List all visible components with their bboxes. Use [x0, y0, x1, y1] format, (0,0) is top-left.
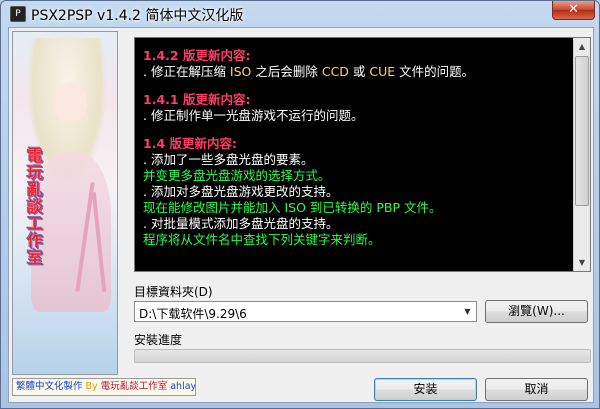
changelog-section: 1.4.1 版更新内容:. 修正制作单一光盘游戏不运行的问题。	[143, 92, 573, 124]
changelog-scrollbar[interactable]: ▲ ▼	[573, 38, 590, 271]
install-progress-bar	[134, 349, 591, 363]
target-folder-value: D:\下载软件\9.29\6	[139, 307, 247, 321]
changelog-line: 现在能修改图片并能加入 ISO 到已转换的 PBP 文件。	[143, 200, 442, 215]
target-folder-input[interactable]: D:\下载软件\9.29\6 ▼	[134, 301, 477, 322]
changelog-text: 1.4.2 版更新内容:. 修正在解压缩 ISO 之后会删除 CCD 或 CUE…	[143, 48, 573, 260]
install-button[interactable]: 安装	[374, 378, 477, 401]
cancel-button[interactable]: 取消	[485, 378, 588, 401]
banner-image: 電玩亂談工作室	[12, 31, 118, 375]
scroll-thumb[interactable]	[575, 56, 589, 206]
changelog-line: . 修正制作单一光盘游戏不运行的问题。	[143, 108, 364, 123]
changelog-line: . 对批量模式添加多盘光盘的支持。	[143, 216, 339, 231]
changelog-section: 1.4 版更新内容:. 添加了一些多盘光盘的要素。 并变更多盘光盘游戏的选择方式…	[143, 136, 573, 248]
changelog-version-heading: 1.4 版更新内容:	[143, 136, 237, 151]
changelog-line: . 修正在解压缩 ISO 之后会删除 CCD 或 CUE 文件的问题。	[143, 64, 475, 79]
credit-badge: 繁體中文化製作 By 電玩亂談工作室 ahlay	[12, 378, 196, 396]
title-bar[interactable]: P PSX2PSP v1.4.2 简体中文汉化版 ✕	[1, 1, 599, 27]
app-icon: P	[10, 6, 26, 22]
browse-button[interactable]: 瀏覽(W)...	[485, 300, 588, 323]
changelog-version-heading: 1.4.2 版更新内容:	[143, 48, 251, 63]
install-progress-label: 安裝進度	[134, 333, 183, 347]
chevron-down-icon[interactable]: ▼	[459, 302, 476, 321]
window-title: PSX2PSP v1.4.2 简体中文汉化版	[31, 8, 244, 24]
changelog-version-heading: 1.4.1 版更新内容:	[143, 92, 251, 107]
changelog-line: . 添加对多盘光盘游戏更改的支持。	[143, 184, 339, 199]
changelog-line: 并变更多盘光盘游戏的选择方式。	[143, 168, 331, 183]
close-button[interactable]: ✕	[552, 1, 595, 20]
changelog-section: 1.4.2 版更新内容:. 修正在解压缩 ISO 之后会删除 CCD 或 CUE…	[143, 48, 573, 80]
studio-logo: 電玩亂談工作室	[24, 147, 43, 266]
scroll-up-arrow-icon[interactable]: ▲	[574, 38, 590, 55]
changelog-line: . 添加了一些多盘光盘的要素。	[143, 152, 314, 167]
target-folder-label: 目標資料夾(D)	[134, 285, 213, 299]
changelog-line: 程序将从文件名中查找下列关键字来判断。	[143, 232, 381, 247]
scroll-down-arrow-icon[interactable]: ▼	[574, 254, 590, 271]
installer-window: P PSX2PSP v1.4.2 简体中文汉化版 ✕ 電玩亂談工作室 1.4.2…	[0, 0, 600, 409]
changelog-panel[interactable]: 1.4.2 版更新内容:. 修正在解压缩 ISO 之后会删除 CCD 或 CUE…	[134, 37, 591, 272]
dialog-body: 電玩亂談工作室 1.4.2 版更新内容:. 修正在解压缩 ISO 之后会删除 C…	[8, 27, 594, 403]
